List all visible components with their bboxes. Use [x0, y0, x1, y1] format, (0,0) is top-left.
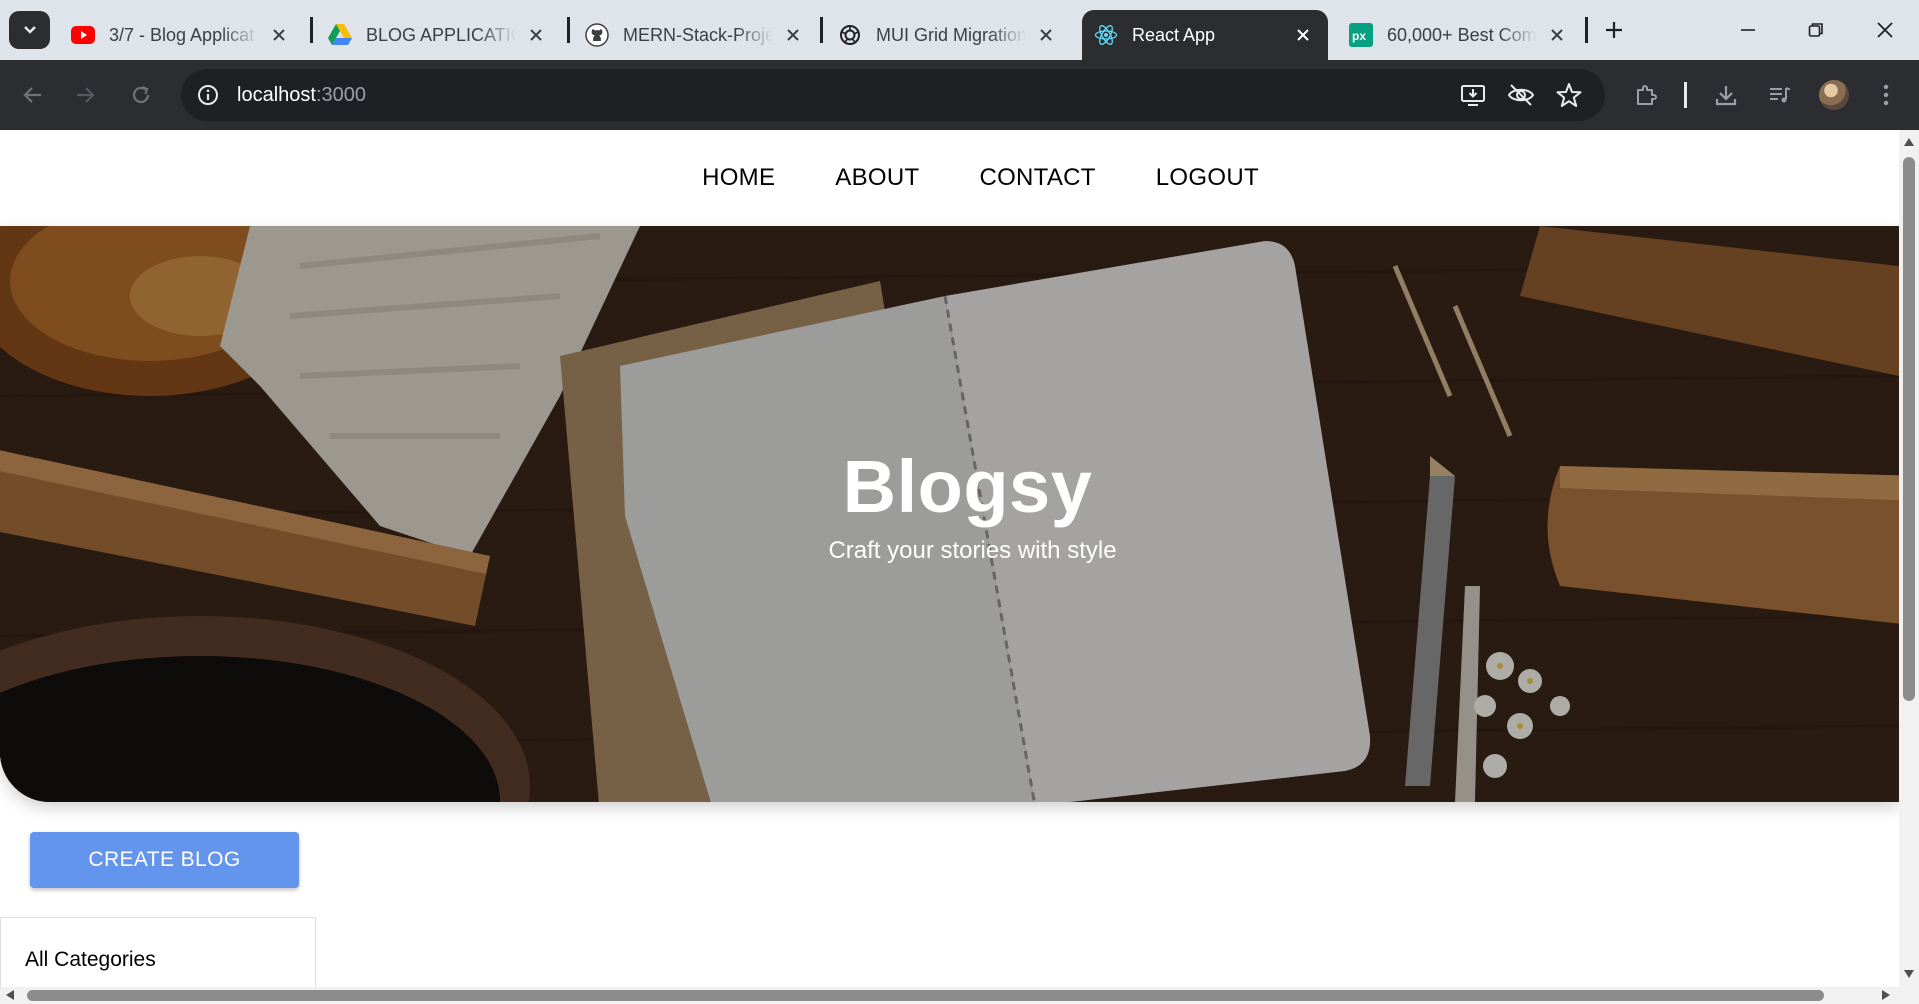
nav-home-link[interactable]: HOME: [702, 164, 775, 192]
openai-icon: [838, 23, 862, 47]
site-info-icon[interactable]: [195, 82, 221, 108]
media-control-button[interactable]: [1762, 77, 1798, 113]
close-tab-icon[interactable]: [268, 24, 290, 46]
tab-pexels[interactable]: px 60,000+ Best Comp: [1337, 10, 1582, 60]
extensions-button[interactable]: [1628, 77, 1664, 113]
nav-about-link[interactable]: ABOUT: [835, 164, 919, 192]
close-icon: [1877, 22, 1893, 38]
hero-subtitle: Craft your stories with style: [828, 537, 1117, 564]
tab-title: 60,000+ Best Comp: [1387, 24, 1537, 45]
tab-separator: [310, 17, 313, 43]
toolbar-divider: [1684, 82, 1687, 108]
url-text: localhost:3000: [237, 84, 366, 107]
close-tab-icon[interactable]: [782, 24, 804, 46]
arrow-left-icon: [23, 87, 41, 103]
hero-title: Blogsy: [842, 445, 1093, 528]
vertical-scroll-thumb[interactable]: [1903, 157, 1915, 701]
bookmark-star-icon[interactable]: [1555, 81, 1583, 109]
scroll-left-arrow-icon[interactable]: [6, 990, 14, 1000]
scroll-right-arrow-icon[interactable]: [1882, 990, 1890, 1000]
svg-text:px: px: [1352, 29, 1366, 43]
nav-logout-link[interactable]: LOGOUT: [1156, 164, 1259, 192]
plus-icon: [1606, 22, 1622, 38]
categories-table: All Categories: [0, 917, 316, 987]
tab-youtube[interactable]: 3/7 - Blog Applicat: [59, 10, 304, 60]
tab-title: MUI Grid Migration: [876, 24, 1026, 45]
scroll-up-arrow-icon[interactable]: [1904, 138, 1914, 146]
vertical-scrollbar[interactable]: [1899, 130, 1919, 987]
close-tab-icon[interactable]: [1035, 24, 1057, 46]
new-tab-button[interactable]: [1599, 15, 1629, 45]
page-viewport: HOME ABOUT CONTACT LOGOUT Blogsy Craft y…: [0, 130, 1899, 987]
url-host: localhost: [237, 83, 316, 106]
close-window-button[interactable]: [1869, 14, 1901, 46]
pexels-icon: px: [1349, 23, 1373, 47]
tab-separator: [820, 17, 823, 43]
install-app-icon[interactable]: [1459, 81, 1487, 109]
address-bar[interactable]: localhost:3000: [181, 69, 1605, 121]
close-tab-icon[interactable]: [1292, 24, 1314, 46]
tab-strip: 3/7 - Blog Applicat BLOG APPLICATION MER…: [0, 0, 1919, 60]
arrow-right-icon: [77, 87, 95, 103]
puzzle-icon: [1637, 85, 1657, 105]
reload-icon: [132, 85, 150, 104]
more-vert-icon: [1883, 84, 1889, 106]
music-queue-icon: [1770, 87, 1791, 103]
close-tab-icon[interactable]: [1546, 24, 1568, 46]
tab-react-app[interactable]: React App: [1082, 10, 1328, 60]
scroll-down-arrow-icon[interactable]: [1904, 970, 1914, 978]
tab-title: MERN-Stack-Project: [623, 24, 773, 45]
url-port: :3000: [315, 83, 366, 106]
tab-github[interactable]: MERN-Stack-Project: [573, 10, 818, 60]
hero-banner: Blogsy Craft your stories with style: [0, 226, 1899, 802]
tab-chatgpt[interactable]: MUI Grid Migration: [826, 10, 1071, 60]
create-blog-button[interactable]: CREATE BLOG: [30, 832, 299, 888]
reload-button[interactable]: [123, 77, 159, 113]
chevron-down-icon: [23, 26, 36, 34]
horizontal-scrollbar[interactable]: [0, 987, 1919, 1004]
nav-links: HOME ABOUT CONTACT LOGOUT: [702, 164, 1259, 192]
back-button[interactable]: [15, 77, 51, 113]
forward-button[interactable]: [67, 77, 103, 113]
restore-icon: [1808, 23, 1823, 37]
tab-separator: [567, 17, 570, 43]
nav-contact-link[interactable]: CONTACT: [979, 164, 1095, 192]
browser-toolbar: localhost:3000: [0, 60, 1919, 130]
close-tab-icon[interactable]: [525, 24, 547, 46]
tab-search-button[interactable]: [9, 11, 50, 49]
google-drive-icon: [328, 23, 352, 47]
minimize-icon: [1741, 29, 1755, 31]
profile-avatar[interactable]: [1819, 80, 1849, 110]
minimize-button[interactable]: [1732, 14, 1764, 46]
horizontal-scroll-thumb[interactable]: [27, 990, 1824, 1001]
all-categories-link[interactable]: All Categories: [25, 948, 156, 972]
top-navbar: HOME ABOUT CONTACT LOGOUT: [0, 130, 1899, 226]
tab-title: React App: [1132, 24, 1216, 45]
tab-title: 3/7 - Blog Applicat: [109, 24, 255, 45]
github-icon: [585, 23, 609, 47]
eye-off-icon[interactable]: [1507, 81, 1535, 109]
tab-separator: [1585, 17, 1588, 43]
tab-google-drive[interactable]: BLOG APPLICATION: [316, 10, 561, 60]
download-icon: [1715, 86, 1737, 106]
tab-title: BLOG APPLICATION: [366, 24, 516, 45]
downloads-button[interactable]: [1708, 77, 1744, 113]
chrome-menu-button[interactable]: [1868, 77, 1904, 113]
react-icon: [1094, 23, 1118, 47]
restore-button[interactable]: [1800, 14, 1832, 46]
youtube-icon: [71, 23, 95, 47]
